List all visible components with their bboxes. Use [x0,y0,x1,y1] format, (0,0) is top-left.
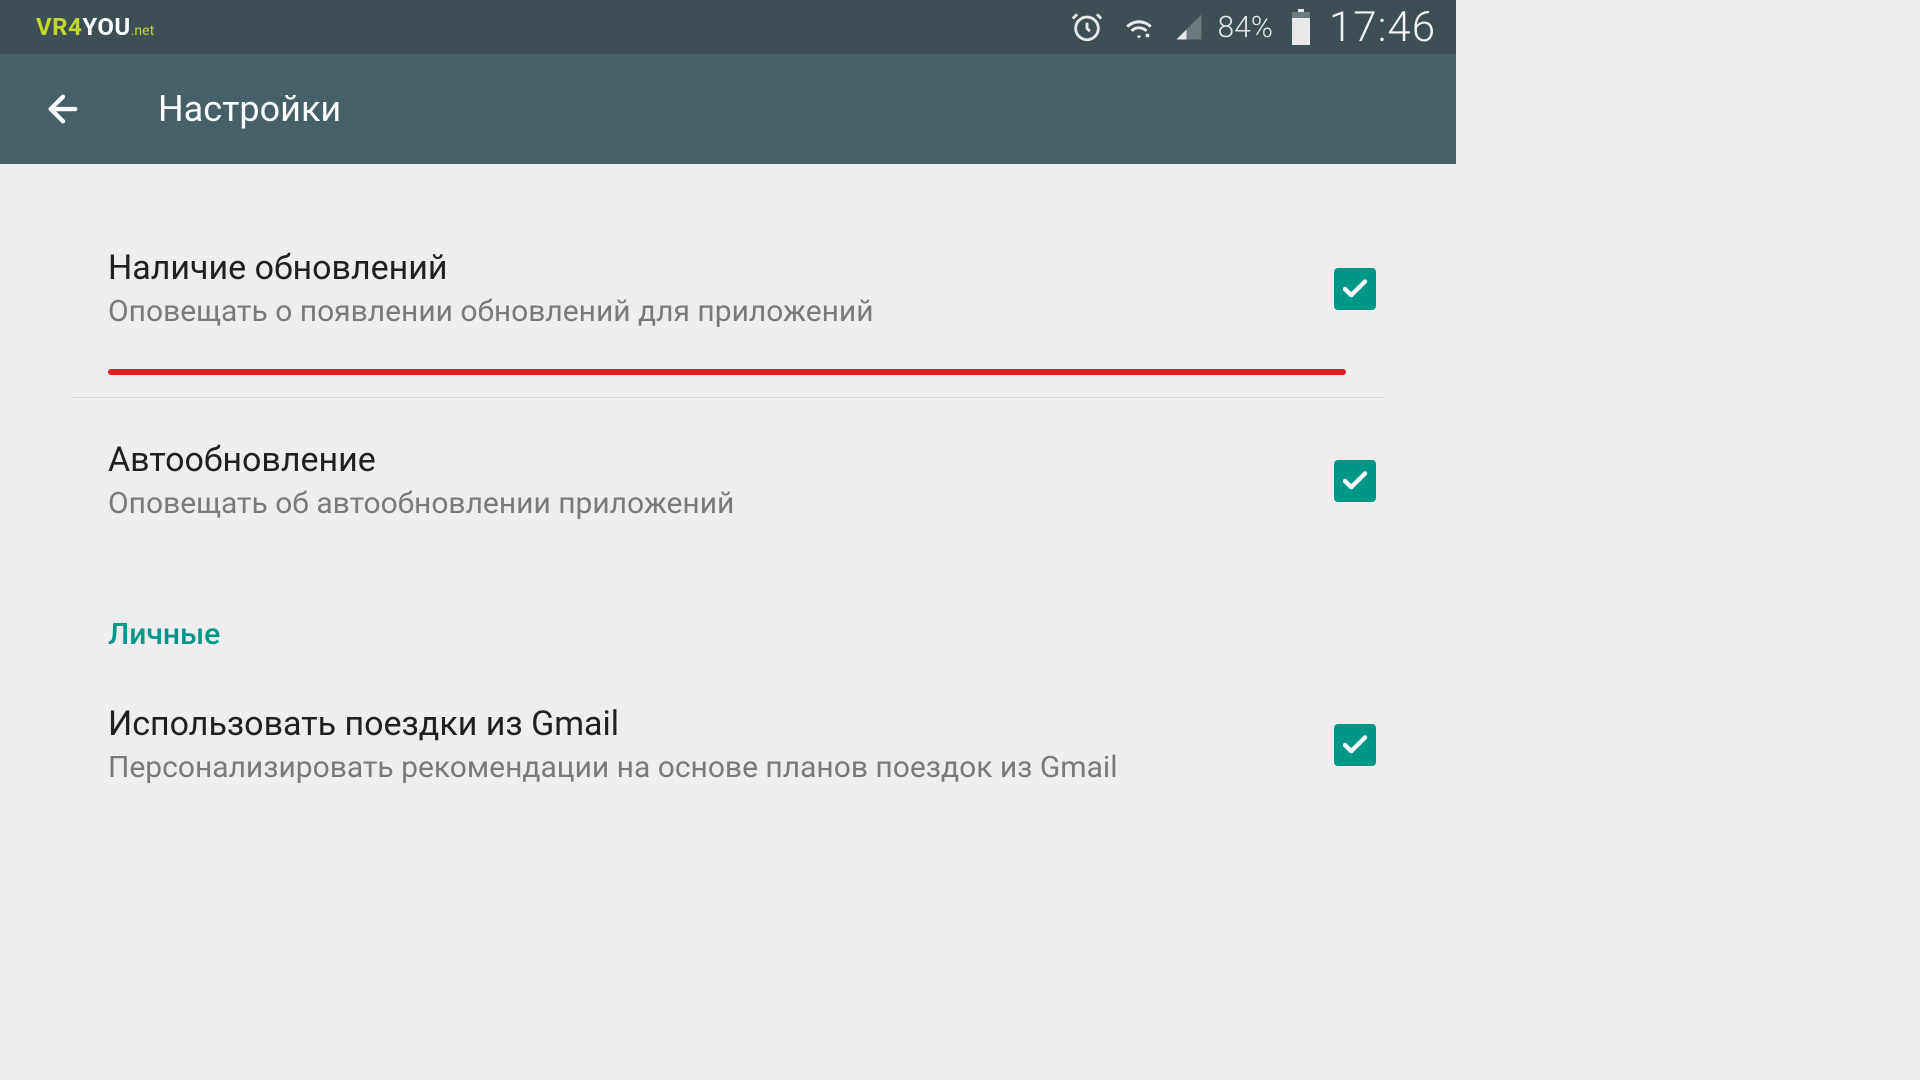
setting-auto-update[interactable]: Автообновление Оповещать об автообновлен… [0,398,1456,551]
checkbox-gmail-trips[interactable] [1334,724,1376,766]
setting-subtitle: Персонализировать рекомендации на основе… [108,750,1334,785]
wifi-icon [1122,10,1156,44]
logo-part-net: .net [131,23,154,39]
checkbox-auto-update[interactable] [1334,460,1376,502]
logo: VR4YOU.net [36,13,154,41]
status-right: 84% 17:46 [1070,3,1436,52]
settings-content: Наличие обновлений Оповещать о появлении… [0,164,1456,815]
battery-icon [1291,9,1311,45]
battery-percent: 84% [1218,10,1273,45]
clock: 17:46 [1329,3,1436,52]
setting-subtitle: Оповещать об автообновлении приложений [108,486,1334,521]
logo-part-vr4: VR4 [36,13,82,41]
setting-title: Наличие обновлений [108,248,1334,288]
status-bar: VR4YOU.net 84% 17:46 [0,0,1456,54]
back-arrow-icon[interactable] [42,88,84,130]
section-header-personal: Личные [0,551,1456,662]
setting-title: Использовать поездки из Gmail [108,704,1334,744]
setting-subtitle: Оповещать о появлении обновлений для при… [108,294,1334,329]
setting-title: Автообновление [108,440,1334,480]
setting-updates-available[interactable]: Наличие обновлений Оповещать о появлении… [0,164,1456,369]
logo-part-you: YOU [82,13,130,41]
cell-signal-icon [1174,12,1204,42]
highlight-underline [108,369,1346,375]
app-bar: Настройки [0,54,1456,164]
checkbox-updates-available[interactable] [1334,268,1376,310]
page-title: Настройки [158,88,341,130]
setting-gmail-trips[interactable]: Использовать поездки из Gmail Персонализ… [0,662,1456,815]
alarm-icon [1070,10,1104,44]
